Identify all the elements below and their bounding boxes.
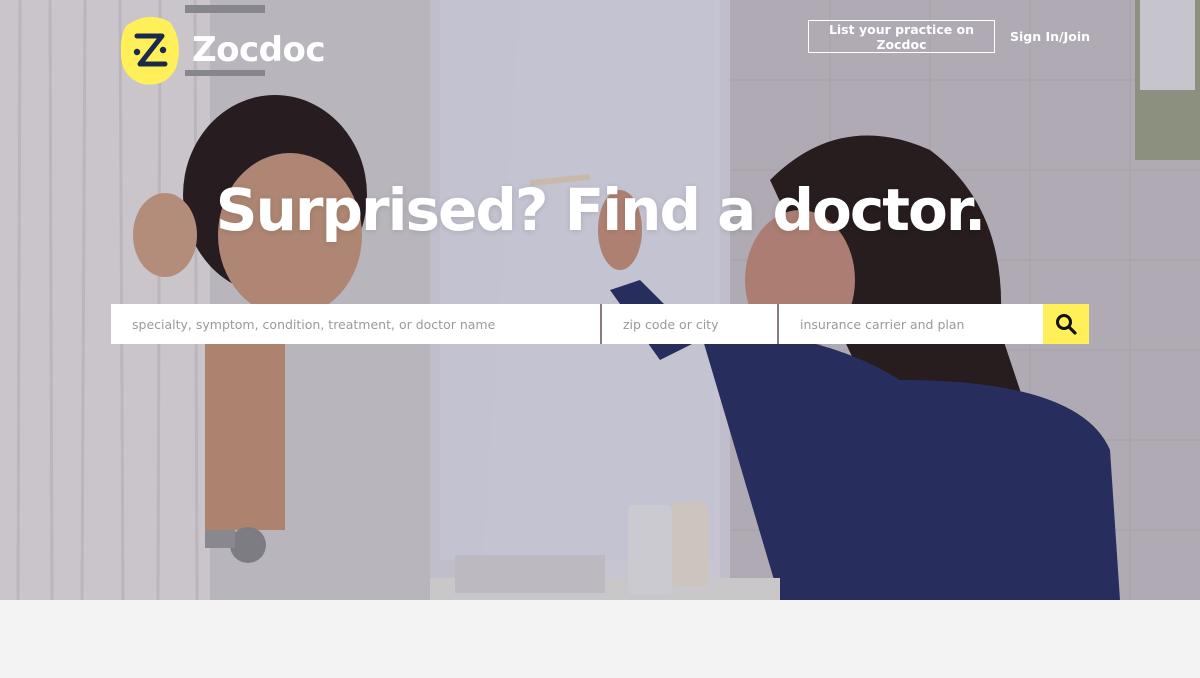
hero-headline: Surprised? Find a doctor. <box>215 176 986 244</box>
search-button[interactable] <box>1043 304 1089 344</box>
search-bar <box>111 304 1089 344</box>
hero-overlay <box>0 0 1200 600</box>
specialty-search-input[interactable] <box>111 304 600 344</box>
insurance-input[interactable] <box>777 304 1043 344</box>
hero-section: Zocdoc List your practice on Zocdoc Sign… <box>0 0 1200 600</box>
below-fold-area <box>0 600 1200 678</box>
brand-name: Zocdoc <box>192 30 326 70</box>
zocdoc-logo[interactable]: Zocdoc <box>118 12 326 88</box>
search-icon <box>1056 314 1077 335</box>
zocdoc-z-logo-icon <box>120 16 179 85</box>
list-practice-button[interactable]: List your practice on Zocdoc <box>808 20 995 53</box>
location-input[interactable] <box>600 304 777 344</box>
sign-in-join-link[interactable]: Sign In/Join <box>1010 20 1090 53</box>
